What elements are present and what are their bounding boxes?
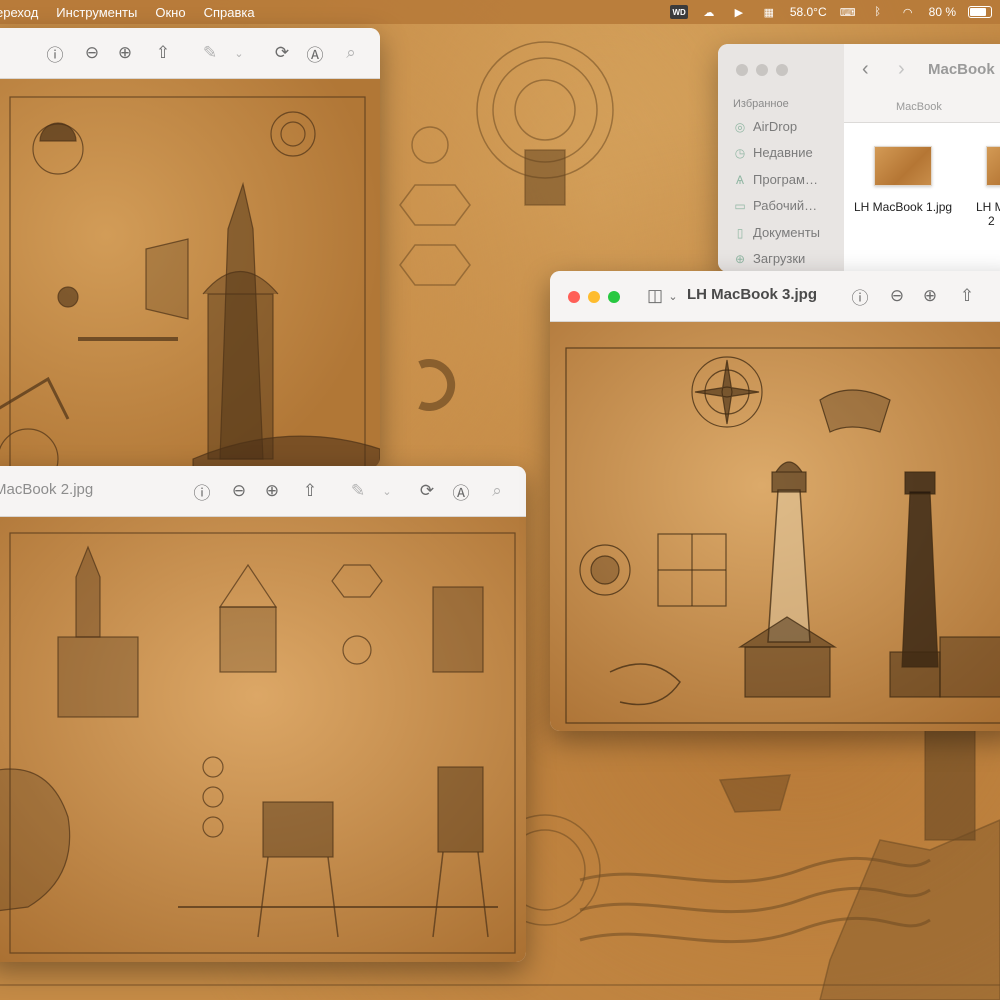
forward-chevron-icon[interactable]: › <box>898 58 905 81</box>
zoom-in-icon[interactable]: ⊕ <box>114 42 136 64</box>
preview-window-3: ◫ ⌄ LH MacBook 3.jpg ⓘ ⊖ ⊕ ⇧ <box>550 271 1000 731</box>
sidebar-item-recents[interactable]: ◷ Недавние <box>733 145 813 160</box>
window-title: LH MacBook 3.jpg <box>687 286 818 303</box>
window-title: MacBook 2.jpg <box>0 481 94 498</box>
zoom-out-icon[interactable]: ⊖ <box>81 42 103 64</box>
rotate-icon[interactable]: ⟳ <box>271 42 293 64</box>
play-icon[interactable]: ▶ <box>730 5 748 19</box>
bluetooth-icon[interactable]: ᛒ <box>869 5 887 19</box>
info-icon[interactable]: ⓘ <box>849 285 871 308</box>
chevron-down-icon[interactable]: ⌄ <box>228 42 250 64</box>
file-item-lh-macbook-1[interactable]: LH MacBook 1.jpg <box>854 146 952 214</box>
preview-window-2: MacBook 2.jpg ⓘ ⊖ ⊕ ⇧ ✎ ⌄ ⟳ Ⓐ ⌕ <box>0 466 526 962</box>
menu-help[interactable]: Справка <box>204 5 255 20</box>
airdrop-icon: ◎ <box>734 119 746 134</box>
cpu-icon[interactable]: ▦ <box>760 5 778 19</box>
share-icon[interactable]: ⇧ <box>956 285 978 307</box>
lighthouse-drawing-2 <box>0 517 526 962</box>
keyboard-icon[interactable]: ⌨ <box>839 5 857 19</box>
markup-icon[interactable]: Ⓐ <box>450 480 472 503</box>
info-icon[interactable]: ⓘ <box>191 480 213 503</box>
file-thumbnail <box>986 146 1000 186</box>
chevron-down-icon[interactable]: ⌄ <box>376 480 398 502</box>
menu-tools[interactable]: Инструменты <box>56 5 137 20</box>
preview-toolbar-1: ⓘ ⊖ ⊕ ⇧ ✎ ⌄ ⟳ Ⓐ ⌕ <box>0 28 380 79</box>
file-item-lh-macbook-2[interactable]: LH M 2 <box>976 146 1000 228</box>
lighthouse-drawing-1 <box>0 79 380 468</box>
applications-icon: Ѧ <box>735 172 744 187</box>
search-icon[interactable]: ⌕ <box>486 480 508 502</box>
file-thumbnail <box>874 146 933 186</box>
sidebar-item-desktop[interactable]: ▭ Рабочий… <box>733 198 817 213</box>
document-icon: ▯ <box>736 225 744 240</box>
zoom-in-icon[interactable]: ⊕ <box>919 285 941 307</box>
sidebar-section-favorites: Избранное <box>733 98 789 110</box>
preview-image-3 <box>550 322 1000 731</box>
preview-toolbar-2: MacBook 2.jpg ⓘ ⊖ ⊕ ⇧ ✎ ⌄ ⟳ Ⓐ ⌕ <box>0 466 526 517</box>
sidebar-item-downloads[interactable]: ⊕ Загрузки <box>733 251 805 266</box>
finder-window: Избранное ◎ AirDrop ◷ Недавние Ѧ Програм… ▭… <box>718 44 1000 272</box>
info-icon[interactable]: ⓘ <box>44 42 66 65</box>
desktop-icon: ▭ <box>734 198 746 213</box>
temperature-readout: 58.0°C <box>789 5 827 19</box>
lighthouse-drawing-3 <box>550 322 1000 731</box>
menu-window[interactable]: Окно <box>155 5 185 20</box>
path-tab[interactable]: MacBook <box>896 101 942 113</box>
creative-cloud-icon[interactable]: ☁ <box>700 5 718 19</box>
finder-sidebar: Избранное ◎ AirDrop ◷ Недавние Ѧ Програм… ▭… <box>718 44 844 272</box>
preview-image-2 <box>0 517 526 962</box>
preview-window-1: ⓘ ⊖ ⊕ ⇧ ✎ ⌄ ⟳ Ⓐ ⌕ <box>0 28 380 468</box>
preview-toolbar-3: ◫ ⌄ LH MacBook 3.jpg ⓘ ⊖ ⊕ ⇧ <box>550 271 1000 322</box>
sidebar-item-applications[interactable]: Ѧ Програм… <box>733 172 818 187</box>
back-chevron-icon[interactable]: ‹ <box>862 58 869 81</box>
zoom-in-icon[interactable]: ⊕ <box>261 480 283 502</box>
markup-pen-icon[interactable]: ✎ <box>199 42 221 64</box>
finder-toolbar: ‹ › MacBook MacBook <box>844 44 1000 123</box>
menu-bar: ереход Инструменты Окно Справка WD ☁ ▶ ▦… <box>0 0 1000 24</box>
zoom-out-icon[interactable]: ⊖ <box>228 480 250 502</box>
markup-pen-icon[interactable]: ✎ <box>347 480 369 502</box>
zoom-out-icon[interactable]: ⊖ <box>886 285 908 307</box>
sidebar-item-documents[interactable]: ▯ Документы <box>733 225 820 240</box>
finder-minimize-button[interactable] <box>756 64 768 76</box>
share-icon[interactable]: ⇧ <box>299 480 321 502</box>
finder-title: MacBook <box>928 61 995 78</box>
finder-close-button[interactable] <box>736 64 748 76</box>
chevron-down-icon[interactable]: ⌄ <box>662 285 684 307</box>
preview-image-1 <box>0 79 380 468</box>
battery-percent: 80 % <box>928 5 956 19</box>
battery-icon[interactable] <box>968 6 992 18</box>
rotate-icon[interactable]: ⟳ <box>416 480 438 502</box>
wifi-icon[interactable]: ◠ <box>899 5 917 19</box>
menu-go[interactable]: ереход <box>0 5 38 20</box>
search-icon[interactable]: ⌕ <box>340 42 362 64</box>
markup-icon[interactable]: Ⓐ <box>304 42 326 65</box>
finder-zoom-button[interactable] <box>776 64 788 76</box>
share-icon[interactable]: ⇧ <box>152 42 174 64</box>
clock-icon: ◷ <box>734 145 746 160</box>
finder-content: ‹ › MacBook MacBook LH MacBook 1.jpg LH … <box>844 44 1000 272</box>
minimize-button[interactable] <box>588 291 600 303</box>
download-icon: ⊕ <box>734 251 746 266</box>
sidebar-item-airdrop[interactable]: ◎ AirDrop <box>733 119 797 134</box>
wd-drive-icon[interactable]: WD <box>670 5 688 19</box>
zoom-button[interactable] <box>608 291 620 303</box>
close-button[interactable] <box>568 291 580 303</box>
